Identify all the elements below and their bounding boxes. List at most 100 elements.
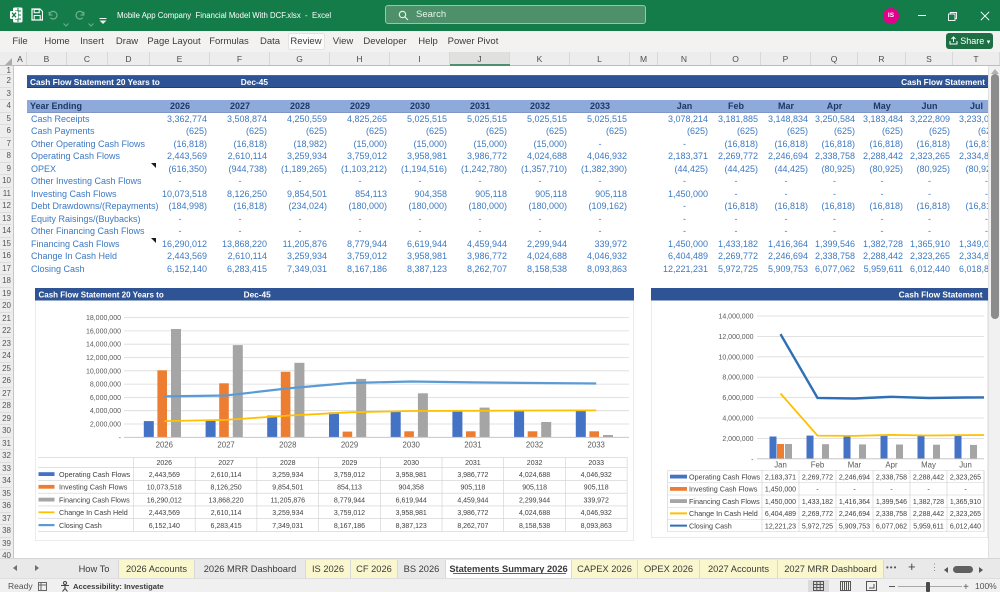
svg-text:2031: 2031 [464,441,481,450]
svg-text:1,433,182: 1,433,182 [802,499,833,506]
svg-text:3,986,772: 3,986,772 [457,472,488,479]
svg-text:8,093,863: 8,093,863 [581,523,612,530]
svg-text:2,183,371: 2,183,371 [765,474,796,481]
svg-text:4,459,944: 4,459,944 [457,497,488,504]
svg-text:2028: 2028 [280,460,296,467]
svg-text:Financing Cash Flows: Financing Cash Flows [689,497,760,506]
svg-text:2,269,772: 2,269,772 [802,511,833,518]
svg-text:7,349,031: 7,349,031 [272,523,303,530]
svg-text:1,399,546: 1,399,546 [876,499,907,506]
svg-text:3,759,012: 3,759,012 [334,510,365,517]
svg-text:2029: 2029 [342,460,358,467]
svg-text:2,299,944: 2,299,944 [519,497,550,504]
svg-text:6,000,000: 6,000,000 [90,395,121,402]
svg-text:8,158,538: 8,158,538 [519,523,550,530]
svg-text:4,000,000: 4,000,000 [722,416,753,423]
svg-text:6,012,440: 6,012,440 [950,523,981,530]
svg-text:13,868,220: 13,868,220 [209,497,244,504]
svg-text:1,365,910: 1,365,910 [950,499,981,506]
svg-text:10,000,000: 10,000,000 [718,354,753,361]
svg-text:2028: 2028 [279,441,296,450]
svg-text:2030: 2030 [403,441,421,450]
svg-text:2026: 2026 [156,441,173,450]
svg-text:Dec-45: Dec-45 [244,290,272,300]
svg-text:2,288,442: 2,288,442 [913,511,944,518]
svg-text:4,024,688: 4,024,688 [519,510,550,517]
svg-text:11,205,876: 11,205,876 [271,497,306,504]
svg-text:3,958,981: 3,958,981 [396,472,427,479]
svg-text:2,269,772: 2,269,772 [802,474,833,481]
svg-text:18,000,000: 18,000,000 [86,315,121,322]
svg-text:4,046,932: 4,046,932 [581,472,612,479]
svg-text:Investing Cash Flows: Investing Cash Flows [59,483,128,492]
svg-text:3,259,934: 3,259,934 [272,510,303,517]
svg-text:904,358: 904,358 [399,485,424,492]
svg-text:2,443,569: 2,443,569 [149,510,180,517]
svg-text:8,126,250: 8,126,250 [211,485,242,492]
svg-text:5,972,725: 5,972,725 [802,523,833,530]
svg-text:1,450,000: 1,450,000 [765,487,796,494]
svg-text:8,000,000: 8,000,000 [90,382,121,389]
svg-text:6,404,489: 6,404,489 [765,511,796,518]
svg-text:339,972: 339,972 [584,497,609,504]
svg-text:6,619,944: 6,619,944 [396,497,427,504]
svg-text:5,959,611: 5,959,611 [913,523,944,530]
svg-text:4,000,000: 4,000,000 [90,408,121,415]
svg-text:Closing Cash: Closing Cash [59,521,102,530]
svg-text:12,000,000: 12,000,000 [718,334,753,341]
svg-text:2031: 2031 [465,460,481,467]
svg-text:Mar: Mar [848,460,862,469]
svg-text:Apr: Apr [885,460,898,469]
svg-text:Financing Cash Flows: Financing Cash Flows [59,495,130,504]
svg-text:905,118: 905,118 [522,485,547,492]
svg-text:8,167,186: 8,167,186 [334,523,365,530]
svg-text:2,000,000: 2,000,000 [90,422,121,429]
svg-text:2032: 2032 [527,460,543,467]
svg-text:3,986,772: 3,986,772 [457,510,488,517]
svg-text:10,073,518: 10,073,518 [147,485,182,492]
svg-text:Jun: Jun [959,460,972,469]
svg-text:1,416,364: 1,416,364 [839,499,870,506]
svg-text:905,118: 905,118 [584,485,609,492]
svg-text:8,262,707: 8,262,707 [457,523,488,530]
svg-text:2,338,758: 2,338,758 [876,511,907,518]
svg-text:Operating Cash Flows: Operating Cash Flows [59,470,131,479]
svg-text:6,000,000: 6,000,000 [722,395,753,402]
svg-text:2033: 2033 [588,441,605,450]
svg-text:5,909,753: 5,909,753 [839,523,870,530]
svg-text:6,077,062: 6,077,062 [876,523,907,530]
svg-text:4,024,688: 4,024,688 [519,472,550,479]
svg-text:2030: 2030 [403,460,419,467]
svg-text:Change In Cash Held: Change In Cash Held [59,508,128,517]
svg-text:12,221,23: 12,221,23 [765,523,796,530]
svg-text:2,288,442: 2,288,442 [913,474,944,481]
svg-text:Operating Cash Flows: Operating Cash Flows [689,472,761,481]
svg-text:1,382,728: 1,382,728 [913,499,944,506]
svg-text:12,000,000: 12,000,000 [86,355,121,362]
svg-text:2032: 2032 [526,441,543,450]
svg-text:2,246,694: 2,246,694 [839,474,870,481]
svg-text:1,450,000: 1,450,000 [765,499,796,506]
svg-text:16,290,012: 16,290,012 [147,497,182,504]
svg-text:2,610,114: 2,610,114 [211,510,242,517]
svg-text:Cash Flow Statement: Cash Flow Statement [899,290,983,300]
svg-text:2,323,265: 2,323,265 [950,511,981,518]
svg-text:16,000,000: 16,000,000 [86,328,121,335]
svg-text:Cash Flow Statement 20 Years t: Cash Flow Statement 20 Years to [39,291,164,300]
svg-text:May: May [921,460,936,469]
svg-text:8,387,123: 8,387,123 [396,523,427,530]
svg-text:2,338,758: 2,338,758 [876,474,907,481]
svg-text:10,000,000: 10,000,000 [86,368,121,375]
svg-text:14,000,000: 14,000,000 [86,342,121,349]
svg-text:Closing Cash: Closing Cash [689,521,732,530]
svg-text:2027: 2027 [218,460,234,467]
svg-text:905,118: 905,118 [461,485,486,492]
svg-text:Change In Cash Held: Change In Cash Held [689,509,758,518]
svg-text:2,246,694: 2,246,694 [839,511,870,518]
svg-text:2029: 2029 [341,441,358,450]
svg-text:3,759,012: 3,759,012 [334,472,365,479]
svg-text:2,443,569: 2,443,569 [149,472,180,479]
svg-text:Feb: Feb [811,460,825,469]
svg-text:8,000,000: 8,000,000 [722,375,753,382]
svg-text:3,958,981: 3,958,981 [396,510,427,517]
